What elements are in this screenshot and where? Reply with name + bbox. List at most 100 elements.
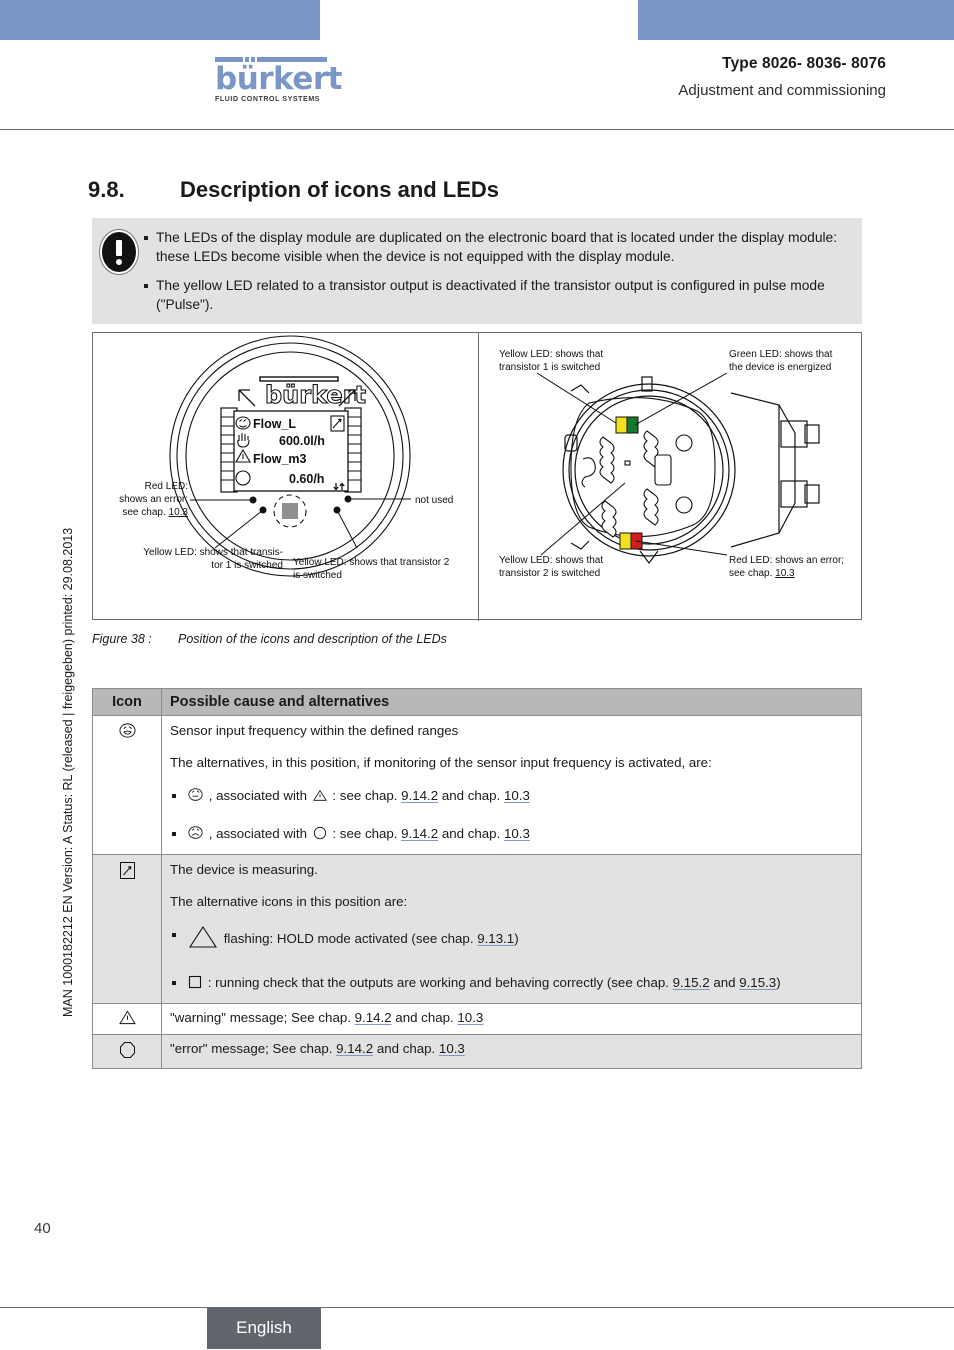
chapter-link[interactable]: 10.3 [439, 1041, 465, 1056]
exclamation-circle-icon [100, 230, 138, 274]
yellow-led-1-callout-line1: Yellow LED: shows that [499, 349, 603, 360]
alt-ref-prefix: : see chap. [332, 788, 402, 803]
yellow-led-1-callout-line2: transistor 1 is switched [499, 362, 600, 373]
alt-ref-mid: and chap. [438, 788, 504, 803]
header-subtitle: Adjustment and commissioning [678, 82, 886, 99]
display-module-diagram: bürkert Flow_L 600.0l/h Flow_m3 0.60/h R… [119, 335, 453, 581]
chapter-link[interactable]: 9.15.2 [673, 975, 710, 990]
section-number: 9.8. [88, 177, 125, 202]
smiley-neutral-icon [188, 788, 207, 805]
note-box: The LEDs of the display module are dupli… [92, 218, 862, 324]
red-led-callout-line2: shows an error; [119, 494, 188, 505]
top-accent-bar-right [638, 0, 954, 40]
red-led-callout-line1: Red LED: [145, 481, 188, 492]
yellow-led-2-callout-line2: transistor 2 is switched [499, 568, 600, 579]
lcd-line1-value: 600.0l/h [279, 434, 325, 448]
red-led-callout-line3: see chap. 10.3 [122, 507, 188, 518]
alt-text-pre: flashing: HOLD mode activated (see chap. [223, 931, 478, 946]
octagon-icon [119, 1041, 136, 1062]
row-description-cell: "warning" message; See chap. 9.14.2 and … [161, 1003, 862, 1035]
warning-triangle-icon [312, 789, 331, 805]
yellow-led-2-callout-line2: is switched [293, 570, 342, 581]
row-paragraph: The alternatives, in this position, if m… [170, 755, 712, 770]
table-header-description: Possible cause and alternatives [161, 688, 862, 716]
warning-triangle-icon [118, 1010, 136, 1028]
table-row: The device is measuring. The alternative… [92, 854, 862, 1004]
triangle-outline-icon [188, 925, 222, 952]
green-led-callout-line1: Green LED: shows that [729, 349, 833, 360]
row-icon-cell [92, 1003, 162, 1035]
gauge-icon [119, 861, 136, 883]
chapter-link[interactable]: 10.3 [504, 788, 530, 803]
row-paragraph: The alternative icons in this position a… [170, 894, 408, 909]
table-header-row: Icon Possible cause and alternatives [92, 688, 862, 716]
yellow-led-1-callout-line1: Yellow LED: shows that transis- [143, 547, 283, 558]
page-title: Description of icons and LEDs [180, 177, 500, 202]
table-row: Sensor input frequency within the define… [92, 715, 862, 855]
figure-caption-text: Position of the icons and description of… [178, 632, 447, 646]
chapter-link[interactable]: 9.14.2 [355, 1010, 392, 1025]
alt-ref-prefix: : see chap. [332, 826, 402, 841]
square-outline-icon [188, 975, 206, 992]
alternatives-list: flashing: HOLD mode activated (see chap.… [170, 925, 853, 995]
chapter-link[interactable]: 9.14.2 [401, 826, 438, 841]
alternative-item: flashing: HOLD mode activated (see chap.… [170, 925, 853, 955]
alternatives-list: , associated with : see chap. 9.14.2 and… [170, 786, 853, 846]
alt-text-mid: , associated with [208, 788, 308, 803]
row-icon-cell [92, 1034, 162, 1069]
table-row: "error" message; See chap. 9.14.2 and ch… [92, 1034, 862, 1069]
alt-text-post: ) [776, 975, 781, 990]
burkert-logo: bürkert FLUID CONTROL SYSTEMS [215, 57, 342, 103]
footer-divider [0, 1307, 954, 1308]
row-description-cell: "error" message; See chap. 9.14.2 and ch… [161, 1034, 862, 1069]
row-text-pre: "warning" message; See chap. [170, 1010, 355, 1025]
document-margin-metadata: MAN 1000182212 EN Version: A Status: RL … [61, 527, 75, 1017]
alt-ref-mid: and chap. [438, 826, 504, 841]
alternative-item: , associated with : see chap. 9.14.2 and… [170, 824, 853, 846]
page-number: 40 [34, 1220, 51, 1237]
chapter-link[interactable]: 9.15.3 [739, 975, 776, 990]
chapter-link[interactable]: 10.3 [457, 1010, 483, 1025]
yellow-led-2-callout-line1: Yellow LED: shows that [499, 555, 603, 566]
lcd-line1-label: Flow_L [253, 417, 296, 431]
chapter-link[interactable]: 9.14.2 [401, 788, 438, 803]
alt-text-mid: , associated with [208, 826, 308, 841]
red-led-callout-line2: see chap. 10.3 [729, 568, 795, 579]
table-row: "warning" message; See chap. 9.14.2 and … [92, 1003, 862, 1035]
yellow-led-2-callout-line1: Yellow LED: shows that transistor 2 [293, 557, 450, 568]
chapter-link[interactable]: 10.3 [504, 826, 530, 841]
smiley-happy-icon [118, 722, 136, 742]
row-text-pre: "error" message; See chap. [170, 1041, 337, 1056]
electronic-board-diagram: Yellow LED: shows that transistor 1 is s… [499, 349, 844, 579]
figure-caption-label: Figure 38 : [92, 632, 152, 646]
alt-text-mid: and [709, 975, 740, 990]
header-divider [0, 129, 954, 130]
note-item: The LEDs of the display module are dupli… [144, 228, 844, 266]
alternative-item: : running check that the outputs are wor… [170, 973, 853, 995]
header-type-line: Type 8026- 8036- 8076 [722, 55, 886, 72]
logo-wordmark: bürkert [215, 61, 342, 97]
red-led-callout-line1: Red LED: shows an error; [729, 555, 844, 566]
lcd-line2-value: 0.60/h [289, 472, 324, 486]
row-description-cell: The device is measuring. The alternative… [161, 854, 862, 1004]
lcd-line2-label: Flow_m3 [253, 452, 307, 466]
chapter-link[interactable]: 9.14.2 [336, 1041, 373, 1056]
figure-frame: bürkert Flow_L 600.0l/h Flow_m3 0.60/h R… [92, 332, 862, 621]
smiley-sad-icon [188, 826, 207, 843]
row-icon-cell [92, 854, 162, 1004]
logo-tagline: FLUID CONTROL SYSTEMS [215, 96, 321, 103]
row-description-cell: Sensor input frequency within the define… [161, 715, 862, 855]
note-list: The LEDs of the display module are dupli… [92, 228, 862, 314]
octagon-icon [313, 826, 331, 843]
alternative-item: , associated with : see chap. 9.14.2 and… [170, 786, 853, 808]
chapter-link[interactable]: 9.13.1 [477, 931, 514, 946]
alt-text-post: ) [514, 931, 519, 946]
row-text-mid: and chap. [391, 1010, 458, 1025]
yellow-led-1-callout-line2: tor 1 is switched [211, 560, 283, 571]
table-header-icon: Icon [92, 688, 162, 716]
row-paragraph: Sensor input frequency within the define… [170, 723, 459, 738]
module-center-button [273, 494, 307, 528]
top-accent-bar-left [0, 0, 320, 40]
green-led-callout-line2: the device is energized [729, 362, 831, 373]
board-led-top [615, 416, 639, 434]
